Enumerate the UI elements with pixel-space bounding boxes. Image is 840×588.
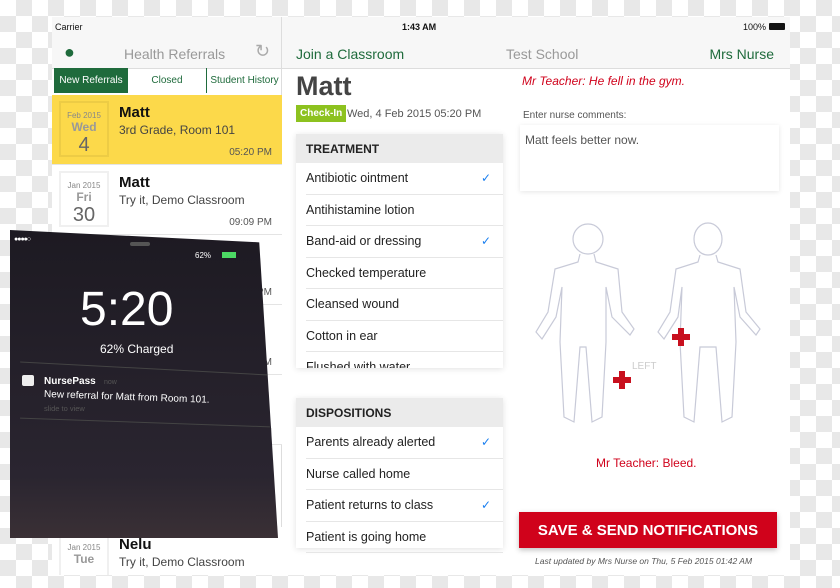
list-item[interactable]: Jan 2015 Fri 30 Matt Try it, Demo Classroo…	[52, 165, 282, 235]
item-label: Patient is going home	[306, 529, 427, 544]
classroom: 3rd Grade, Room 101	[119, 123, 236, 137]
list-item[interactable]: Checked temperature	[306, 258, 503, 289]
body-outline	[535, 222, 761, 423]
notification-time: now	[104, 379, 117, 386]
charge-status: 62% Charged	[100, 342, 174, 356]
save-send-button[interactable]: SAVE & SEND NOTIFICATIONS	[519, 512, 777, 548]
tab-student-history[interactable]: Student History	[206, 68, 282, 93]
list-item[interactable]: Band-aid or dressing ✓	[306, 226, 503, 258]
student-name: Matt	[119, 104, 150, 121]
treatment-list: TREATMENT Antibiotic ointment ✓ Antihistam…	[296, 134, 503, 368]
join-classroom-link[interactable]: Join a Classroom	[296, 46, 404, 62]
item-label: Checked temperature	[306, 265, 427, 280]
calendar-icon: Jan 2015 Fri 30	[59, 171, 109, 227]
divider	[20, 417, 270, 428]
notification-app: NursePass	[44, 376, 96, 387]
divider	[20, 361, 270, 376]
list-item[interactable]: Feb 2015 Wed 4 Matt 3rd Grade, Room 101 05…	[52, 95, 282, 165]
list-item[interactable]: Nurse called home	[306, 459, 503, 490]
phone-lock-screen: ●●●●○ 62% 5:20 62% Charged NursePass now…	[10, 230, 278, 538]
checkmark-icon: ✓	[480, 435, 491, 450]
item-label: Parents already alerted	[306, 435, 436, 450]
clock: 1:43 AM	[402, 22, 437, 32]
list-item[interactable]: Flushed with water	[306, 352, 503, 368]
battery-icon	[769, 23, 785, 30]
list-item[interactable]: Parents already alerted ✓	[306, 427, 503, 459]
item-label: Antihistamine lotion	[306, 202, 415, 217]
dispositions-list: DISPOSITIONS Parents already alerted ✓ Nur…	[296, 398, 503, 553]
item-label: Antibiotic ointment	[306, 171, 409, 186]
dispositions-header: DISPOSITIONS	[296, 398, 503, 427]
list-item[interactable]: Patient is going home	[306, 522, 503, 553]
list-item[interactable]: Antihistamine lotion	[306, 195, 503, 226]
classroom: Try it, Demo Classroom	[119, 555, 245, 569]
item-label: Nurse called home	[306, 466, 411, 481]
student-name: Nelu	[119, 536, 152, 553]
list-item[interactable]: Cleansed wound	[306, 289, 503, 321]
app-icon	[22, 375, 34, 386]
last-updated: Last updated by Mrs Nurse on Thu, 5 Feb …	[535, 556, 753, 566]
student-title: Matt	[296, 71, 352, 101]
body-note: Mr Teacher: Bleed.	[596, 456, 697, 470]
list-item[interactable]: Cotton in ear	[306, 321, 503, 352]
tab-closed[interactable]: Closed	[128, 68, 206, 93]
treatment-header: TREATMENT	[296, 134, 503, 163]
comments-label: Enter nurse comments:	[523, 110, 627, 121]
checkin-datetime: Wed, 4 Feb 2015 05:20 PM	[347, 108, 482, 120]
battery: 100%	[742, 22, 766, 32]
teacher-note: Mr Teacher: He fell in the gym.	[522, 74, 685, 88]
lock-clock: 5:20	[80, 283, 174, 336]
slide-to-view[interactable]: slide to view	[44, 404, 85, 413]
status-badge: Check-In	[296, 105, 347, 122]
list-item[interactable]: Patient returns to class ✓	[306, 490, 503, 522]
injury-marker-icon[interactable]	[613, 371, 631, 389]
nurse-comments-input[interactable]: Matt feels better now.	[520, 125, 779, 191]
time: 05:20 PM	[229, 147, 272, 158]
tab-new-referrals[interactable]: New Referrals	[54, 68, 128, 93]
checkmark-icon: ✓	[480, 498, 491, 513]
item-label: Cotton in ear	[306, 328, 378, 343]
calendar-icon: Feb 2015 Wed 4	[59, 101, 109, 157]
time: 09:09 PM	[229, 217, 272, 228]
item-label: Flushed with water	[306, 360, 411, 368]
student-name: Matt	[119, 174, 150, 191]
side-label: LEFT	[632, 361, 656, 372]
list-item[interactable]: Antibiotic ointment ✓	[306, 163, 503, 195]
classroom: Try it, Demo Classroom	[119, 193, 245, 207]
segment-control: New Referrals Closed Student History	[52, 68, 282, 93]
checkmark-icon: ✓	[480, 234, 491, 249]
school-name: Test School	[506, 46, 579, 62]
injury-marker-icon[interactable]	[672, 328, 690, 346]
checkmark-icon: ✓	[480, 171, 491, 186]
signal-icon: ●●●●○	[14, 236, 31, 243]
item-label: Patient returns to class	[306, 498, 434, 513]
item-label: Cleansed wound	[306, 297, 400, 312]
phone-battery: 62%	[195, 251, 212, 260]
body-map[interactable]: LEFT	[530, 217, 770, 437]
calendar-icon: Jan 2015 Tue	[59, 533, 109, 575]
item-label: Band-aid or dressing	[306, 234, 422, 249]
grabber-icon[interactable]	[130, 242, 150, 246]
battery-icon	[222, 252, 236, 258]
user-link[interactable]: Mrs Nurse	[709, 46, 774, 62]
